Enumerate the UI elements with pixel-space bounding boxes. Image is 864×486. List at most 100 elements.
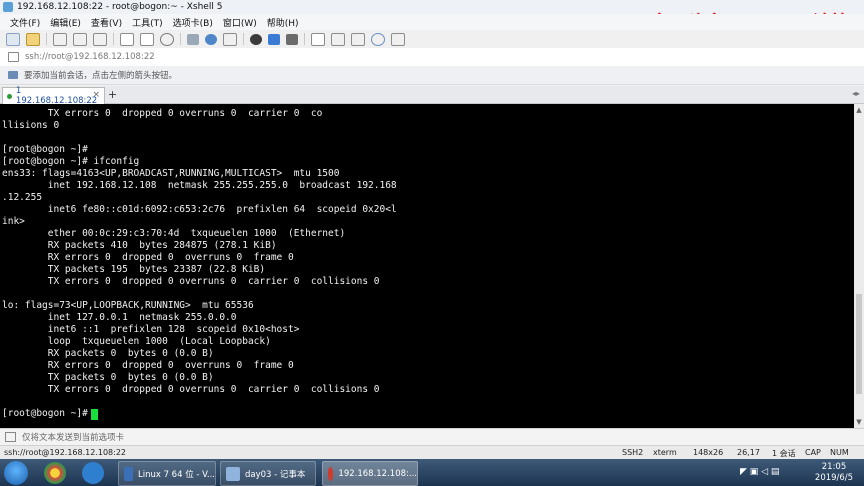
status-caps: CAP — [805, 448, 821, 457]
status-num: NUM — [830, 448, 849, 457]
status-term: xterm — [653, 448, 677, 457]
session-arrow-icon[interactable] — [8, 71, 18, 79]
lock-icon[interactable] — [351, 32, 365, 46]
taskbar-clock[interactable]: 21:05 2019/6/5 — [812, 462, 856, 484]
transfer-icon[interactable] — [268, 33, 280, 45]
address-lock-icon — [8, 52, 19, 62]
options-icon[interactable] — [391, 32, 405, 46]
print-icon[interactable] — [187, 33, 199, 45]
terminal-line: TX errors 0 dropped 0 overruns 0 carrier… — [2, 276, 380, 287]
terminal-line: RX errors 0 dropped 0 overruns 0 frame 0 — [2, 252, 294, 263]
terminal-line: inet 192.168.12.108 netmask 255.255.255.… — [2, 180, 397, 191]
tab-close-icon[interactable]: × — [92, 90, 100, 100]
connected-status-icon — [7, 93, 12, 99]
session-hint-bar: 要添加当前会话，点击左侧的箭头按钮。 — [0, 66, 864, 85]
paste-icon[interactable] — [140, 32, 154, 46]
menu-file[interactable]: 文件(F) — [10, 16, 40, 29]
terminal-line: ether 00:0c:29:c3:70:4d txqueuelen 1000 … — [2, 228, 346, 239]
menu-bar: 文件(F) 编辑(E) 查看(V) 工具(T) 选项卡(B) 窗口(W) 帮助(… — [0, 14, 864, 30]
terminal-line: inet6 ::1 prefixlen 128 scopeid 0x10<hos… — [2, 324, 300, 335]
help-icon[interactable] — [371, 32, 385, 46]
terminal-cursor — [91, 409, 98, 420]
terminal-line: inet6 fe80::c01d:6092:c653:2c76 prefixle… — [2, 204, 397, 215]
status-cursor-pos: 26,17 — [737, 448, 760, 457]
taskbar-item-label: 192.168.12.108:... — [338, 468, 417, 479]
toolbar-divider — [243, 33, 244, 45]
taskbar-item-label: Linux 7 64 位 - V... — [137, 469, 215, 480]
terminal-line: lo: flags=73<UP,LOOPBACK,RUNNING> mtu 65… — [2, 300, 254, 311]
notepad-icon — [226, 466, 240, 481]
terminal-line: llisions 0 — [2, 120, 60, 131]
terminal-line: .12.255 — [2, 192, 43, 203]
tab-label: 1 192.168.12.108:22 — [15, 86, 98, 106]
terminal-line: [root@bogon ~]# — [2, 144, 88, 155]
taskbar-item-vmware[interactable]: Linux 7 64 位 - V... — [118, 461, 216, 486]
tab-scroll-icon[interactable]: ◂▸ — [852, 89, 860, 98]
menu-window[interactable]: 窗口(W) — [223, 16, 257, 29]
system-tray-icons[interactable]: ◤ ▣ ◁ ▤ — [740, 467, 779, 477]
open-folder-icon[interactable] — [26, 32, 40, 46]
terminal-line: RX errors 0 dropped 0 overruns 0 frame 0 — [2, 360, 294, 371]
taskbar: Linux 7 64 位 - V... day03 - 记事本 192.168.… — [0, 459, 864, 486]
terminal-line: RX packets 410 bytes 284875 (278.1 KiB) — [2, 240, 277, 251]
terminal-line: ens33: flags=4163<UP,BROADCAST,RUNNING,M… — [2, 168, 340, 179]
terminal-output[interactable]: TX errors 0 dropped 0 overruns 0 carrier… — [0, 104, 854, 428]
compose-input[interactable]: 仅将文本发送到当前选项卡 — [22, 431, 124, 443]
menu-tabs[interactable]: 选项卡(B) — [173, 16, 213, 29]
toolbar-divider — [113, 33, 114, 45]
status-size: 148x26 — [693, 448, 724, 457]
address-bar[interactable]: ssh://root@192.168.12.108:22 — [0, 48, 864, 67]
copy-icon[interactable] — [120, 32, 134, 46]
toolbar-divider — [46, 33, 47, 45]
connect-icon[interactable] — [53, 32, 67, 46]
menu-help[interactable]: 帮助(H) — [267, 16, 299, 29]
start-button-icon[interactable] — [4, 461, 28, 485]
address-input[interactable]: ssh://root@192.168.12.108:22 — [25, 52, 155, 62]
terminal-line: TX packets 195 bytes 23387 (22.8 KiB) — [2, 264, 266, 275]
reconnect-icon[interactable] — [93, 32, 107, 46]
toolbar — [0, 30, 864, 49]
script-icon[interactable] — [286, 33, 298, 45]
new-session-icon[interactable] — [6, 32, 20, 46]
compose-bar[interactable]: 仅将文本发送到当前选项卡 — [0, 428, 864, 445]
clock-date: 2019/6/5 — [814, 473, 854, 483]
font-icon[interactable] — [223, 32, 237, 46]
scroll-down-icon[interactable]: ▼ — [855, 418, 863, 426]
tab-session[interactable]: 1 192.168.12.108:22 × — [2, 86, 105, 106]
terminal-line: [root@bogon ~]# — [2, 408, 94, 419]
terminal-line: loop txqueuelen 1000 (Local Loopback) — [2, 336, 271, 347]
terminal-scrollbar[interactable]: ▲ ▼ — [854, 104, 864, 428]
compose-menu-icon[interactable] — [5, 432, 16, 442]
menu-tools[interactable]: 工具(T) — [132, 16, 163, 29]
compose-icon[interactable] — [311, 32, 325, 46]
xshell-app-icon — [3, 2, 13, 12]
add-tab-button[interactable]: + — [106, 88, 119, 101]
window-title: 192.168.12.108:22 - root@bogon:~ - Xshel… — [17, 2, 223, 12]
status-session: ssh://root@192.168.12.108:22 — [4, 448, 127, 457]
status-bar: ssh://root@192.168.12.108:22 SSH2 xterm … — [0, 445, 864, 460]
scrollbar-thumb[interactable] — [856, 294, 862, 394]
disconnect-icon[interactable] — [73, 32, 87, 46]
chrome-icon[interactable] — [44, 462, 66, 484]
taskbar-item-notepad[interactable]: day03 - 记事本 — [220, 461, 316, 486]
layout-icon[interactable] — [331, 32, 345, 46]
menu-view[interactable]: 查看(V) — [91, 16, 122, 29]
terminal-line: TX errors 0 dropped 0 overruns 0 carrier… — [2, 108, 323, 119]
menu-edit[interactable]: 编辑(E) — [50, 16, 81, 29]
session-hint-text: 要添加当前会话，点击左侧的箭头按钮。 — [24, 71, 178, 81]
xshell-icon — [328, 466, 334, 481]
globe-icon[interactable] — [205, 33, 217, 45]
vmware-icon — [124, 466, 133, 481]
sogou-icon[interactable] — [82, 462, 104, 484]
terminal-line: inet 127.0.0.1 netmask 255.0.0.0 — [2, 312, 237, 323]
taskbar-item-label: day03 - 记事本 — [245, 469, 306, 480]
xftp-icon[interactable] — [250, 33, 262, 45]
terminal-line: TX errors 0 dropped 0 overruns 0 carrier… — [2, 384, 380, 395]
terminal-line: ink> — [2, 216, 25, 227]
scroll-up-icon[interactable]: ▲ — [855, 106, 863, 114]
status-protocol: SSH2 — [622, 448, 644, 457]
find-icon[interactable] — [160, 32, 174, 46]
taskbar-item-xshell[interactable]: 192.168.12.108:... — [322, 461, 418, 486]
toolbar-divider — [304, 33, 305, 45]
terminal-line: [root@bogon ~]# ifconfig — [2, 156, 140, 167]
